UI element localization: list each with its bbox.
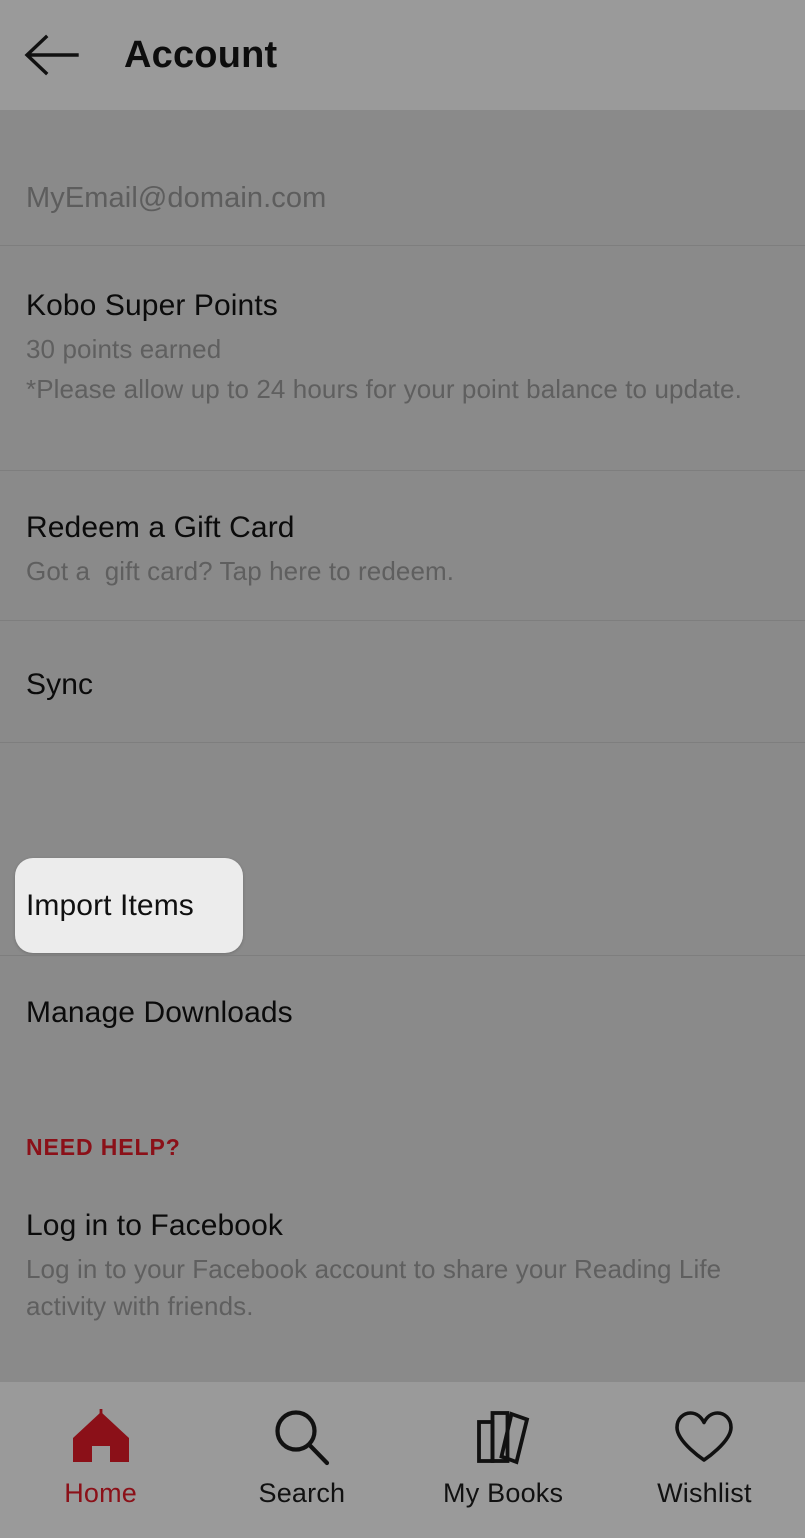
books-icon	[472, 1408, 534, 1466]
settings-scroll-area[interactable]: MyEmail@domain.com Kobo Super Points 30 …	[0, 110, 805, 1382]
divider	[0, 955, 805, 956]
app-screen: Account MyEmail@domain.com Kobo Super Po…	[0, 0, 805, 1538]
row-kobo-super-points[interactable]: Kobo Super Points 30 points earned *Plea…	[26, 288, 779, 408]
back-button[interactable]	[22, 27, 84, 83]
row-title: Redeem a Gift Card	[26, 510, 779, 545]
row-title: Manage Downloads	[26, 995, 779, 1030]
tab-label: Home	[64, 1480, 137, 1507]
row-title: Sync	[26, 667, 779, 702]
row-title: Kobo Super Points	[26, 288, 779, 323]
divider	[0, 470, 805, 471]
back-arrow-icon	[22, 32, 80, 78]
divider	[0, 742, 805, 743]
bottom-tab-bar: Home Search My Books	[0, 1382, 805, 1538]
tab-home[interactable]: Home	[0, 1382, 201, 1538]
home-icon	[70, 1408, 132, 1466]
divider	[0, 245, 805, 246]
tab-label: My Books	[443, 1480, 563, 1507]
row-note: *Please allow up to 24 hours for your po…	[26, 371, 779, 408]
row-import-items[interactable]: Import Items	[26, 888, 194, 923]
tab-wishlist[interactable]: Wishlist	[604, 1382, 805, 1538]
row-subtitle: 30 points earned	[26, 331, 779, 368]
row-subtitle: Log in to your Facebook account to share…	[26, 1251, 779, 1325]
row-subtitle: Got a gift card? Tap here to redeem.	[26, 553, 779, 590]
search-icon	[271, 1408, 333, 1466]
heart-icon	[673, 1408, 735, 1466]
app-header: Account	[0, 0, 805, 110]
row-sync[interactable]: Sync	[26, 667, 779, 702]
page-title: Account	[124, 36, 277, 74]
account-email: MyEmail@domain.com	[26, 178, 326, 219]
divider	[0, 620, 805, 621]
row-manage-downloads[interactable]: Manage Downloads	[26, 995, 779, 1030]
tab-my-books[interactable]: My Books	[403, 1382, 604, 1538]
account-email-row[interactable]: MyEmail@domain.com	[26, 178, 326, 219]
row-log-in-to-facebook[interactable]: Log in to Facebook Log in to your Facebo…	[26, 1110, 779, 1325]
row-title: Log in to Facebook	[26, 1208, 779, 1243]
tab-label: Wishlist	[657, 1480, 752, 1507]
tab-label: Search	[259, 1480, 346, 1507]
tab-search[interactable]: Search	[201, 1382, 402, 1538]
row-redeem-gift-card[interactable]: Redeem a Gift Card Got a gift card? Tap …	[26, 510, 779, 590]
